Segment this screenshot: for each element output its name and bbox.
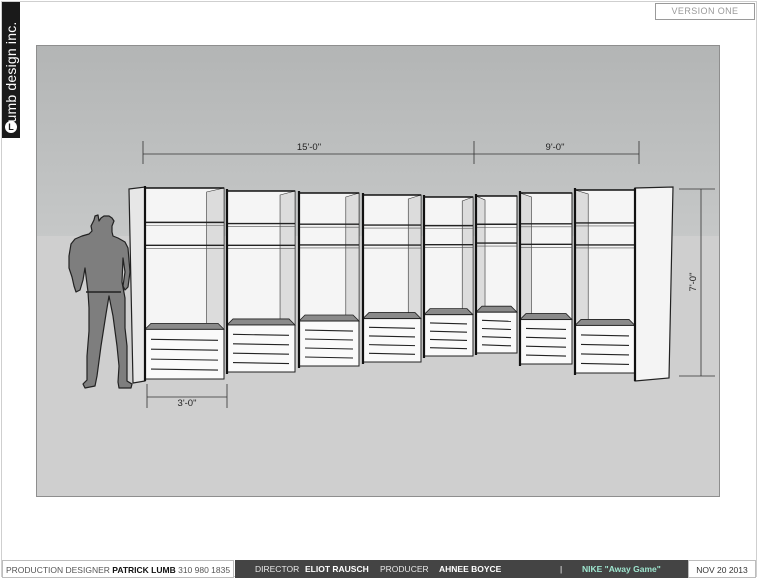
dim-label-15ft: 15'-0" (297, 142, 321, 153)
person-silhouette (68, 214, 133, 389)
designer-phone: 310 980 1835 (178, 565, 231, 575)
logo-mark-icon: L (5, 121, 17, 133)
dim-label-3ft: 3'-0" (178, 398, 197, 409)
director-name: ELIOT RAUSCH (305, 564, 369, 574)
locker-bench-seat (574, 319, 636, 326)
director-label: DIRECTOR (255, 564, 300, 574)
locker-drawer-box (362, 318, 422, 363)
dim-label-9ft: 9'-0" (546, 142, 565, 153)
company-name: umb design inc. (3, 21, 19, 123)
locker-drawer-box (475, 311, 518, 354)
locker-bench-seat (475, 305, 518, 313)
locker-drawer-box (574, 324, 636, 374)
dim-label-7ft: 7'-0" (688, 273, 699, 292)
title-block-footer: PRODUCTION DESIGNER PATRICK LUMB 310 980… (2, 560, 756, 578)
locker-bench-seat (226, 318, 296, 326)
producer-name: AHNEE BOYCE (439, 564, 502, 574)
locker-drawer-box (423, 314, 474, 357)
footer-separator: | (560, 564, 563, 574)
locker-drawer-box (144, 328, 225, 380)
locker-bench-seat (519, 313, 573, 320)
locker-end-panel-left (128, 186, 146, 384)
locker-bench-seat (362, 312, 422, 319)
project-name: NIKE "Away Game" (582, 564, 661, 574)
producer-label: PRODUCER (380, 564, 429, 574)
sketch-viewport: 15'-0" 9'-0" 7'-0" 3'-0" (36, 45, 720, 497)
locker-bench-seat (298, 314, 360, 322)
locker-bench-seat (423, 308, 474, 316)
drawing-date: NOV 20 2013 (688, 560, 756, 578)
locker-bench-seat (144, 322, 225, 330)
version-label: VERSION ONE (655, 3, 755, 20)
designer-name: PATRICK LUMB (112, 565, 176, 575)
locker-units (128, 186, 674, 384)
locker-sketch: 15'-0" 9'-0" 7'-0" 3'-0" (68, 141, 715, 409)
credits-block: DIRECTOR ELIOT RAUSCH PRODUCER AHNEE BOY… (235, 560, 688, 578)
locker-end-panel-right (634, 186, 674, 382)
company-logo: umb design inc. L (2, 2, 20, 138)
locker-drawer-box (519, 319, 573, 365)
locker-drawer-box (298, 320, 360, 367)
designer-label: PRODUCTION DESIGNER (6, 565, 110, 575)
designer-block: PRODUCTION DESIGNER PATRICK LUMB 310 980… (2, 560, 234, 578)
locker-drawer-box (226, 324, 296, 373)
